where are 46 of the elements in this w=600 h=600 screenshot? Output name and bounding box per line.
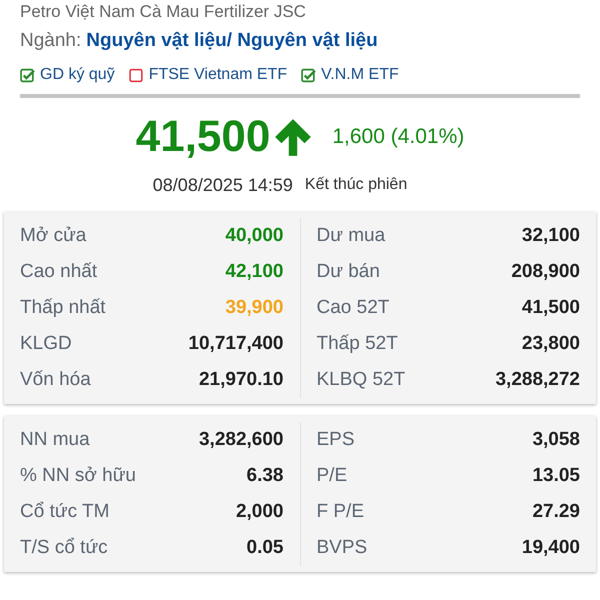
tag-label: FTSE Vietnam ETF <box>148 66 288 84</box>
industry-label: Ngành: <box>20 30 82 52</box>
stat-value: 40,000 <box>225 225 284 247</box>
stat-label: F P/E <box>316 501 364 523</box>
tag-label: GD ký quỹ <box>40 66 115 84</box>
industry-link[interactable]: Nguyên vật liệu/ Nguyên vật liệu <box>86 30 378 52</box>
stat-label: Thấp nhất <box>20 297 106 319</box>
stat-value: 32,100 <box>522 225 580 247</box>
stat-label: KLGD <box>20 333 72 355</box>
price-change: 1,600 (4.01%) <box>332 125 464 149</box>
stat-label: Mở cửa <box>20 225 86 247</box>
stat-value: 6.38 <box>246 465 284 487</box>
stat-value: 3,288,272 <box>495 369 580 391</box>
stat-label: % NN sở hữu <box>20 465 136 487</box>
stat-value: 10,717,400 <box>188 333 284 355</box>
stat-label: BVPS <box>316 537 368 559</box>
timestamp: 08/08/2025 14:59 <box>152 174 293 196</box>
stat-value: 208,900 <box>511 261 580 283</box>
stat-label: Cao 52T <box>316 297 390 319</box>
stat-value: 39,900 <box>225 297 284 319</box>
stat-label: KLBQ 52T <box>316 369 406 391</box>
stat-value: 21,970.10 <box>198 369 284 391</box>
stat-label: EPS <box>316 429 355 451</box>
stat-value: 42,100 <box>225 261 284 283</box>
stat-value: 13.05 <box>532 465 580 487</box>
stat-value: 19,400 <box>522 537 580 559</box>
stat-label: Cổ tức TM <box>20 501 110 523</box>
stat-label: Dư bán <box>316 261 380 283</box>
stat-label: Cao nhất <box>20 261 98 283</box>
stat-value: 3,058 <box>532 429 580 451</box>
stat-value: 0.05 <box>246 537 284 559</box>
stat-label: Vốn hóa <box>20 369 91 391</box>
stat-label: NN mua <box>20 429 90 451</box>
stat-label: T/S cổ tức <box>20 537 108 559</box>
stat-label: Thấp 52T <box>316 333 398 355</box>
tag-label: V.N.M ETF <box>321 66 399 84</box>
stat-label: P/E <box>316 465 348 487</box>
price: 41,500 <box>136 112 270 162</box>
stat-value: 2,000 <box>236 501 284 523</box>
stat-value: 3,282,600 <box>198 429 284 451</box>
session-status: Kết thúc phiên <box>304 176 408 194</box>
stat-value: 27.29 <box>532 501 580 523</box>
company-name: Petro Việt Nam Cà Mau Fertilizer JSC <box>19 1 307 22</box>
stat-value: 41,500 <box>522 297 580 319</box>
stat-value: 23,800 <box>522 333 580 355</box>
stat-label: Dư mua <box>316 225 386 247</box>
